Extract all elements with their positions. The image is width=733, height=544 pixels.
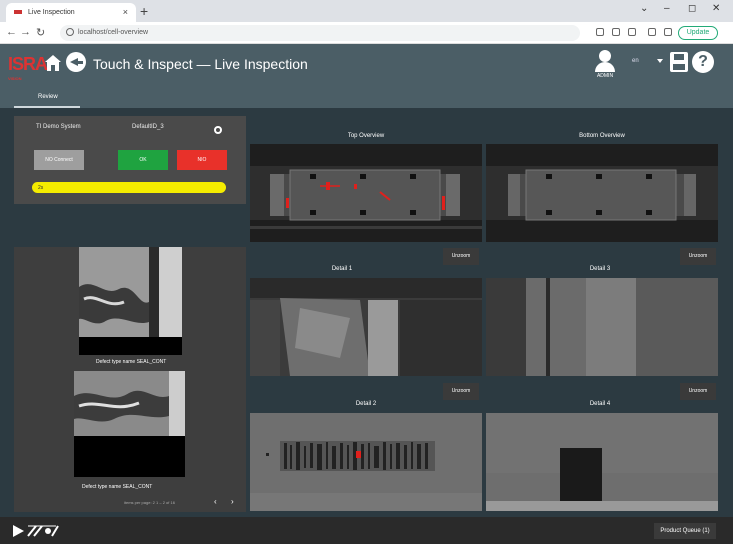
detail1-render xyxy=(250,278,482,376)
main-content: TI Demo System DefaultID_3 NO Connect OK… xyxy=(0,108,733,517)
logo-text: ISRA xyxy=(8,54,48,74)
top-overview-render xyxy=(250,144,482,242)
top-overview-image[interactable] xyxy=(250,144,482,242)
defect-thumbnail[interactable] xyxy=(74,371,185,477)
detail2-image[interactable] xyxy=(250,413,482,511)
detail1-title: Detail 1 xyxy=(331,266,353,272)
no-connect-button[interactable]: NO Connect xyxy=(34,150,84,170)
detail4-image[interactable] xyxy=(486,413,718,511)
home-icon[interactable] xyxy=(44,54,62,72)
play-icon[interactable] xyxy=(13,525,24,537)
bottom-overview-render xyxy=(486,144,718,242)
next-page-icon[interactable]: › xyxy=(231,497,234,506)
detail4-title: Detail 4 xyxy=(589,401,611,407)
tab-review[interactable]: Review xyxy=(14,90,80,108)
close-window-button[interactable]: ✕ xyxy=(712,3,720,14)
unzoom-button[interactable]: Unzoom xyxy=(680,248,716,265)
defect-image-1 xyxy=(79,247,182,355)
detail1-image[interactable] xyxy=(250,278,482,376)
tab-search-icon[interactable]: ⌄ xyxy=(640,3,648,14)
chevron-down-icon[interactable] xyxy=(657,59,663,63)
detail2-title: Detail 2 xyxy=(355,401,377,407)
tab-title: Live Inspection xyxy=(28,9,75,16)
browser-tab[interactable]: Live Inspection × xyxy=(6,3,136,22)
defect-image-2 xyxy=(74,371,185,477)
prev-page-icon[interactable]: ‹ xyxy=(214,497,217,506)
detail3-image[interactable] xyxy=(486,278,718,376)
language-select[interactable]: en xyxy=(632,58,639,64)
new-tab-button[interactable]: + xyxy=(140,3,148,19)
progress-bar: 2s xyxy=(32,182,226,193)
sidepanel-icon[interactable] xyxy=(648,28,656,36)
product-queue-button[interactable]: Product Queue (1) xyxy=(654,523,716,539)
detail4-render xyxy=(486,413,718,511)
maximize-button[interactable]: ◻ xyxy=(688,3,696,14)
zoom-icon[interactable] xyxy=(596,28,604,36)
user-avatar[interactable]: ADMIN xyxy=(592,50,618,80)
user-icon xyxy=(599,50,611,62)
defect-label: Defect type name SEAL_CONT xyxy=(82,484,153,490)
app-header: ISRA VISION Touch & Inspect — Live Inspe… xyxy=(0,44,733,86)
help-icon[interactable]: ? xyxy=(692,51,714,73)
unzoom-button[interactable]: Unzoom xyxy=(443,383,479,400)
system-name: TI Demo System xyxy=(36,124,81,130)
bookmark-star-icon[interactable] xyxy=(628,28,636,36)
profile-icon[interactable] xyxy=(664,28,672,36)
url-text: localhost/cell-overview xyxy=(78,29,149,36)
paginator-range: items per page: 2 1 – 2 of 16 xyxy=(124,500,175,505)
page-title: Touch & Inspect — Live Inspection xyxy=(93,56,308,72)
url-input[interactable]: localhost/cell-overview xyxy=(60,25,580,41)
default-id: DefaultID_3 xyxy=(132,124,164,130)
sub-navigation: Review xyxy=(0,86,733,108)
share-icon[interactable] xyxy=(612,28,620,36)
info-icon[interactable] xyxy=(66,28,74,36)
update-button[interactable]: Update xyxy=(678,26,718,40)
tab-close-icon[interactable]: × xyxy=(123,7,128,17)
status-panel: TI Demo System DefaultID_3 NO Connect OK… xyxy=(14,116,246,204)
unzoom-button[interactable]: Unzoom xyxy=(680,383,716,400)
user-icon-body xyxy=(595,62,615,72)
minimize-button[interactable]: – xyxy=(664,3,670,14)
back-arrow-icon[interactable] xyxy=(66,52,86,72)
user-label: ADMIN xyxy=(596,73,614,79)
defect-list: Defect type name SEAL_CONT Defect type n… xyxy=(14,247,246,512)
bottom-toolbar: Product Queue (1) xyxy=(0,517,733,544)
address-bar-row: ← → ↻ localhost/cell-overview xyxy=(0,22,733,44)
logo-subtext: VISION xyxy=(8,76,22,81)
cycle-icon[interactable] xyxy=(26,524,60,538)
isra-logo: ISRA VISION xyxy=(8,54,48,81)
top-overview-title: Top Overview xyxy=(347,133,385,139)
unzoom-button[interactable]: Unzoom xyxy=(443,248,479,265)
forward-nav-icon[interactable]: → xyxy=(20,26,31,38)
detail3-render xyxy=(486,278,718,376)
nio-button[interactable]: NIO xyxy=(177,150,227,170)
browser-tab-strip: Live Inspection × + ⌄ – ◻ ✕ xyxy=(0,0,733,22)
back-nav-icon[interactable]: ← xyxy=(6,26,17,38)
defect-thumbnail[interactable] xyxy=(79,247,182,355)
ok-button[interactable]: OK xyxy=(118,150,168,170)
reload-icon[interactable]: ↻ xyxy=(36,26,45,39)
detail3-title: Detail 3 xyxy=(589,266,611,272)
bottom-overview-image[interactable] xyxy=(486,144,718,242)
favicon-icon xyxy=(14,10,22,14)
detail2-render xyxy=(250,413,482,511)
save-icon[interactable] xyxy=(670,52,688,72)
bottom-overview-title: Bottom Overview xyxy=(579,133,625,139)
defect-label: Defect type name SEAL_CONT xyxy=(96,359,167,365)
gear-icon[interactable] xyxy=(214,126,222,134)
